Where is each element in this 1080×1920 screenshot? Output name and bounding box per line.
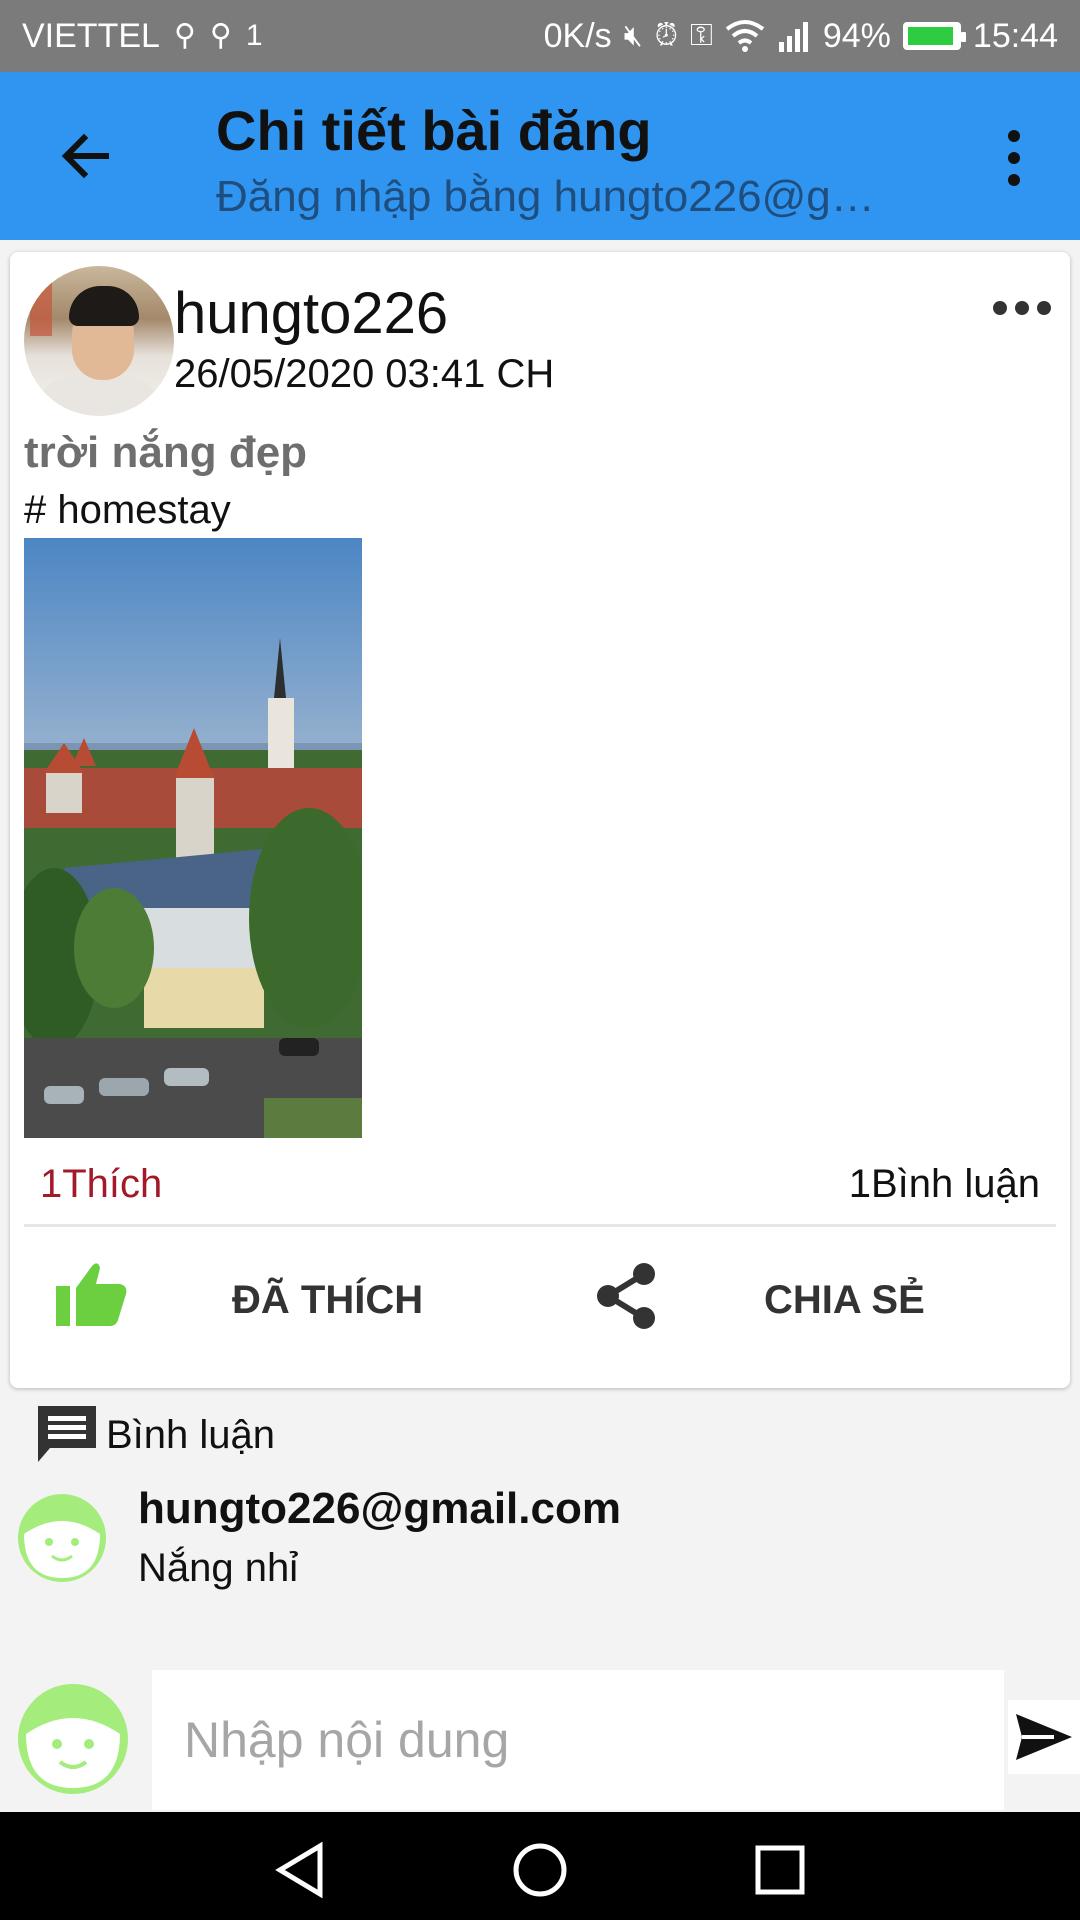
comments-header-label: Bình luận — [106, 1412, 276, 1457]
battery-icon — [902, 22, 966, 50]
share-icon[interactable] — [594, 1262, 658, 1330]
key-icon: ⚿ — [690, 19, 713, 52]
comments-count[interactable]: 1Bình luận — [849, 1162, 1040, 1207]
post-card: hungto226 26/05/2020 03:41 CH trời nắng … — [10, 252, 1070, 1388]
more-vert-icon[interactable] — [996, 128, 1032, 188]
comment-item: hungto226@gmail.com Nắng nhỉ — [14, 1484, 1074, 1594]
system-nav-bar — [0, 1812, 1080, 1920]
page-title: Chi tiết bài đăng — [216, 99, 652, 162]
wifi-icon — [725, 20, 765, 52]
usb-icon-2: ⚲ — [209, 19, 232, 52]
send-icon — [1016, 1714, 1072, 1760]
liked-button-label[interactable]: ĐÃ THÍCH — [232, 1278, 423, 1323]
arrow-back-icon[interactable] — [54, 124, 118, 188]
net-speed: 0K/s — [543, 16, 612, 55]
post-tag[interactable]: # homestay — [24, 488, 231, 533]
comments-header: Bình luận — [36, 1404, 275, 1466]
comment-author: hungto226@gmail.com — [138, 1484, 621, 1533]
user-avatar[interactable] — [24, 266, 174, 416]
signal-icon — [778, 22, 808, 52]
share-button-label[interactable]: CHIA SẺ — [764, 1278, 925, 1323]
nav-home-icon[interactable] — [510, 1840, 570, 1900]
data-arrow-icon: 1 — [245, 19, 263, 52]
status-bar: VIETTEL ⚲ ⚲ 1 0K/s 🔇︎ ⏰︎ ⚿ 94% 15:44 — [0, 0, 1080, 72]
app-bar: Chi tiết bài đăng Đăng nhập bằng hungto2… — [0, 72, 1080, 240]
post-image[interactable] — [24, 538, 362, 1138]
comment-icon — [38, 1406, 96, 1462]
alarm-icon: ⏰︎ — [654, 19, 678, 52]
nav-back-icon[interactable] — [272, 1840, 332, 1900]
post-username[interactable]: hungto226 — [174, 280, 448, 347]
comment-input-box — [152, 1670, 1004, 1810]
send-button[interactable] — [1008, 1700, 1080, 1774]
comment-input[interactable] — [152, 1670, 1004, 1810]
post-text: trời nắng đẹp — [24, 428, 308, 477]
carrier-name: VIETTEL — [22, 16, 160, 55]
smiley-face-icon — [18, 1494, 106, 1582]
comment-text: Nắng nhỉ — [138, 1546, 299, 1590]
post-date: 26/05/2020 03:41 CH — [174, 352, 555, 396]
page-subtitle: Đăng nhập bằng hungto226@g… — [216, 172, 875, 221]
nav-recents-icon[interactable] — [750, 1840, 810, 1900]
usb-icon: ⚲ — [173, 19, 196, 52]
more-horiz-icon[interactable] — [992, 298, 1052, 318]
mute-icon: 🔇︎ — [623, 19, 643, 52]
divider — [24, 1224, 1056, 1227]
likes-count[interactable]: 1Thích — [40, 1162, 162, 1207]
clock: 15:44 — [972, 16, 1058, 55]
thumb-up-icon[interactable] — [54, 1260, 128, 1328]
smiley-face-icon — [18, 1684, 128, 1794]
battery-percent: 94% — [822, 16, 891, 55]
